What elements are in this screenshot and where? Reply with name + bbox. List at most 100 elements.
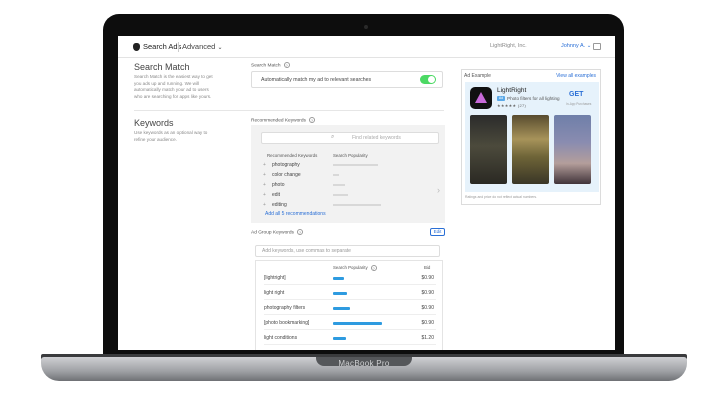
search-match-toggle-text: Automatically match my ad to relevant se… (261, 77, 372, 83)
col-bid: Bid (424, 265, 431, 270)
rec-col-keyword: Recommended Keywords (267, 153, 318, 158)
rec-popularity-bar (333, 204, 381, 206)
list-item[interactable]: + photo (263, 181, 433, 190)
prism-icon (475, 92, 487, 103)
help-icon[interactable]: ? (308, 117, 315, 123)
table-row[interactable]: light right $0.90 (264, 286, 436, 300)
rec-popularity-bar (333, 194, 348, 196)
mode-dropdown[interactable]: Advanced ⌄ (182, 42, 222, 51)
rec-col-popularity: Search Popularity (333, 153, 368, 158)
ad-example-panel: Ad Example View all examples LightRight … (461, 69, 601, 205)
keywords-title: Keywords (134, 118, 174, 128)
popularity-bar (333, 277, 345, 280)
help-icon[interactable]: ? (283, 62, 290, 68)
user-name: Johnny A. (561, 43, 586, 49)
popularity-bar (333, 337, 347, 340)
search-match-title: Search Match (134, 62, 190, 72)
ad-group-keywords-label-text: Ad Group Keywords (251, 230, 294, 236)
search-match-label-text: Search Match (251, 63, 281, 69)
plus-icon[interactable]: + (263, 172, 266, 178)
list-item[interactable]: + photography (263, 161, 433, 170)
recommended-keywords-panel: Find related keywords ⌕ Recommended Keyw… (251, 125, 445, 223)
screenshot-3 (554, 115, 591, 184)
keyword-bid[interactable]: $0.90 (421, 290, 434, 296)
app-name: LightRight (497, 87, 527, 94)
chevron-down-icon: ⌄ (217, 45, 223, 51)
org-name: LightRight, Inc. (490, 43, 527, 49)
screenshot-2 (512, 115, 549, 184)
user-menu[interactable]: Johnny A. ⌄ (561, 43, 591, 49)
ad-group-keywords-table: Search Popularity? Bid [lightright] $0.9… (255, 260, 443, 350)
keyword-bid[interactable]: $1.20 (421, 335, 434, 341)
rec-keyword: color change (272, 172, 301, 178)
recommended-keywords-label: Recommended Keywords? (251, 117, 315, 123)
search-match-box: Automatically match my ad to relevant se… (251, 71, 443, 88)
section-divider (134, 110, 444, 111)
app-subtitle: Photo filters for all lighting (507, 96, 560, 101)
search-match-toggle[interactable] (420, 75, 436, 84)
list-item[interactable]: + color change (263, 171, 433, 180)
keyword-name: light conditions (264, 335, 298, 341)
rating: ★★★★★ (27) (497, 103, 527, 108)
keyword-name: photography filters (264, 305, 306, 311)
plus-icon[interactable]: + (263, 162, 266, 168)
plus-icon[interactable]: + (263, 182, 266, 188)
ad-badge: Ad (497, 96, 505, 101)
sidebar-toggle-icon[interactable] (593, 43, 601, 50)
mode-label: Advanced (182, 42, 216, 51)
camera (364, 25, 368, 29)
app-icon (470, 87, 492, 109)
rec-popularity-bar (333, 184, 345, 186)
ad-group-keywords-label: Ad Group Keywords? (251, 229, 303, 235)
rec-keyword: photo (272, 182, 285, 188)
rec-popularity-bar (333, 174, 339, 176)
top-bar: Search Ads Advanced ⌄ LightRight, Inc. J… (118, 36, 615, 58)
rec-keyword: editing (272, 202, 287, 208)
recommended-keywords-label-text: Recommended Keywords (251, 118, 306, 124)
rec-keyword: photography (272, 162, 300, 168)
ad-preview-card: LightRight Ad Photo filters for all ligh… (465, 82, 599, 192)
keyword-bid[interactable]: $0.90 (421, 320, 434, 326)
list-item[interactable]: + editing (263, 201, 433, 210)
screenshot-1 (470, 115, 507, 184)
add-keywords-input[interactable]: Add keywords, use commas to separate (255, 245, 440, 257)
ad-footnote: Ratings and price do not reflect actual … (465, 195, 537, 199)
plus-icon[interactable]: + (263, 192, 266, 198)
chevron-down-icon: ⌄ (586, 43, 592, 49)
screen: Search Ads Advanced ⌄ LightRight, Inc. J… (118, 36, 615, 350)
keyword-bid[interactable]: $0.90 (421, 275, 434, 281)
popularity-bar (333, 322, 383, 325)
list-item[interactable]: + edit (263, 191, 433, 200)
app-title: Search Ads (143, 42, 182, 51)
search-icon: ⌕ (331, 134, 335, 140)
table-row[interactable]: light conditions $1.20 (264, 331, 436, 345)
apple-logo-icon (133, 43, 140, 51)
plus-icon[interactable]: + (263, 202, 266, 208)
keywords-description: Use keywords as an optional way to refin… (134, 130, 208, 142)
keyword-name: light right (264, 290, 285, 296)
help-icon[interactable]: ? (296, 229, 303, 235)
in-app-purchases-note: In-App Purchases (566, 102, 592, 106)
rec-popularity-bar (333, 164, 378, 166)
find-keywords-input[interactable]: Find related keywords (261, 132, 439, 144)
ad-example-title: Ad Example (464, 73, 491, 79)
toggle-knob (428, 76, 435, 83)
col-search-popularity-text: Search Popularity (333, 265, 368, 271)
search-match-description: Search Match is the easiest way to get y… (134, 74, 213, 99)
table-row[interactable]: photography filters $0.90 (264, 301, 436, 315)
keyword-name: [photo bookmarking] (264, 320, 310, 326)
get-button[interactable]: GET (569, 91, 583, 98)
keyword-name: [lightright] (264, 275, 286, 281)
device-brand: MacBook Pro (338, 359, 390, 368)
table-row[interactable]: [lightright] $0.90 (264, 271, 436, 285)
add-all-recommendations-link[interactable]: Add all 5 recommendations (265, 211, 326, 217)
popularity-bar (333, 292, 348, 295)
view-all-examples-link[interactable]: View all examples (556, 73, 596, 79)
header-separator (178, 42, 179, 52)
table-row[interactable]: [photo bookmarking] $0.90 (264, 316, 436, 330)
keyword-bid[interactable]: $0.90 (421, 305, 434, 311)
popularity-bar (333, 307, 351, 310)
rec-keyword: edit (272, 192, 281, 198)
edit-button[interactable]: Edit (430, 228, 445, 236)
chevron-right-icon[interactable]: › (437, 185, 440, 195)
